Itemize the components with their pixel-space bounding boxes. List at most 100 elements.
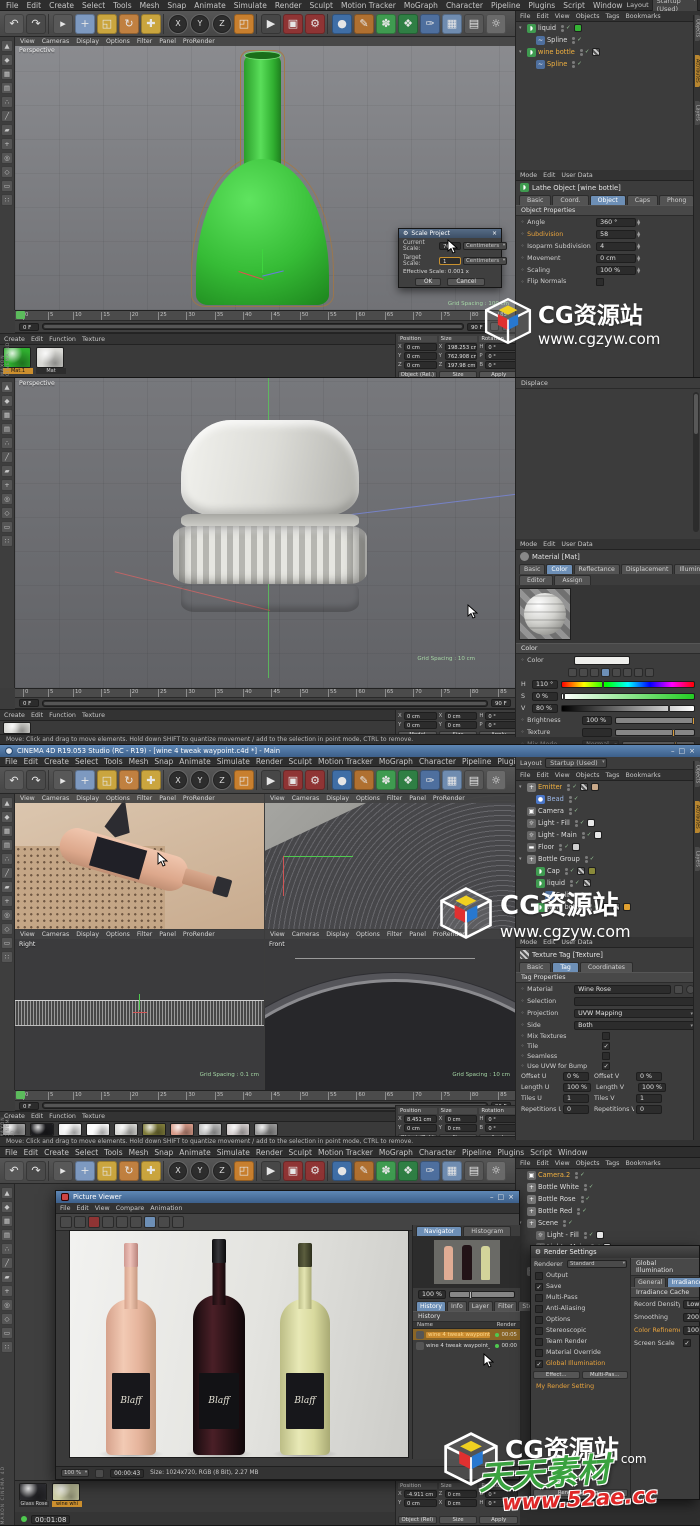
viewport-menu-item[interactable]: Panel <box>409 795 426 802</box>
menu-item[interactable]: Plugins <box>524 0 559 11</box>
light-tool-icon[interactable]: ☼ <box>486 13 506 34</box>
picker-compact-icon[interactable] <box>568 667 577 677</box>
make-editable-icon[interactable]: ▲ <box>1 1187 13 1199</box>
pv-menu-item[interactable]: Compare <box>116 1205 145 1212</box>
sep3-icon[interactable] <box>256 1160 259 1181</box>
viewport-menu-item[interactable]: Cameras <box>292 931 320 938</box>
rot-h[interactable]: 0 ° <box>485 1499 519 1507</box>
viewport-menu-item[interactable]: View <box>20 38 35 45</box>
sep4-icon[interactable] <box>327 13 330 34</box>
points-mode-icon[interactable]: ∴ <box>1 437 13 449</box>
sep1-icon[interactable] <box>48 13 51 34</box>
pv-menu-item[interactable]: Edit <box>77 1205 89 1212</box>
menu-item[interactable]: File <box>2 756 21 767</box>
model-mode-icon[interactable]: ◆ <box>1 395 13 407</box>
menu-item[interactable]: Mesh <box>126 756 152 767</box>
menu-item[interactable]: Snap <box>151 756 176 767</box>
range-start[interactable]: 0 F <box>19 699 39 707</box>
viewport-menu-item[interactable]: Options <box>356 931 380 938</box>
layout-panels-icon[interactable]: ▦ <box>442 1160 462 1181</box>
pv-ab-icon[interactable] <box>116 1216 128 1228</box>
channel-row[interactable]: ∘ Texture <box>516 726 700 738</box>
rs-titlebar[interactable]: ⚙ Render Settings <box>531 1246 699 1258</box>
texture-mode-icon[interactable]: ▦ <box>1 409 13 421</box>
rot-h[interactable]: 0 ° <box>485 712 519 720</box>
workplane-lock-icon[interactable]: ▭ <box>1 937 13 949</box>
sep4-icon[interactable] <box>327 1160 330 1181</box>
sculpt-icon[interactable]: ✎ <box>354 1160 374 1181</box>
object-row[interactable]: ☼ Light - Fill ✓ <box>516 1229 700 1241</box>
viewport-menu-item[interactable]: View <box>20 795 35 802</box>
menu-item[interactable]: Character <box>416 1147 459 1158</box>
render-settings-icon[interactable]: ⚙ <box>305 13 325 34</box>
menu-item[interactable]: File <box>2 0 23 11</box>
render-settings-icon[interactable]: ⚙ <box>305 770 325 790</box>
material-tab[interactable]: Color <box>546 564 573 574</box>
viewport-menu-item[interactable]: ProRender <box>183 931 215 938</box>
picker-swatches-icon[interactable] <box>645 667 654 677</box>
sep2-icon[interactable] <box>163 770 166 790</box>
timeline-playhead[interactable] <box>16 311 25 319</box>
menu-item[interactable]: Create <box>41 1147 72 1158</box>
redo-icon[interactable]: ↷ <box>26 770 46 790</box>
material-tab[interactable]: Reflectance <box>573 564 620 574</box>
material-tag-icon[interactable] <box>573 24 582 32</box>
redo-icon[interactable]: ↷ <box>26 13 46 34</box>
uv-row[interactable]: Length U 100 % Length V 100 % <box>516 1082 700 1093</box>
material-menu-item[interactable]: Function <box>49 1113 76 1120</box>
menu-item[interactable]: Character <box>416 756 459 767</box>
rotate-icon[interactable]: ↻ <box>119 1160 139 1181</box>
menu-item[interactable]: Render <box>253 1147 286 1158</box>
om-menu-item[interactable]: Edit <box>537 13 549 20</box>
rs-item[interactable]: Output <box>531 1270 630 1281</box>
object-row[interactable]: ◗ liquid ✓ <box>516 877 700 889</box>
material-tag-icon[interactable] <box>582 879 591 887</box>
object-row[interactable]: + Bottle Rose ✓ <box>516 1193 700 1205</box>
viewport-uv[interactable]: View Cameras Display Options Filter Panel ProR… <box>265 794 515 929</box>
pv-layout-icon[interactable] <box>144 1216 156 1228</box>
coordinate-system-icon[interactable]: ◰ <box>234 13 254 34</box>
am-menu-item[interactable]: User Data <box>561 172 592 179</box>
sep2-icon[interactable] <box>163 1160 166 1181</box>
pos-x[interactable]: -4.911 cm <box>404 1490 437 1498</box>
workplane-mode-icon[interactable]: ▤ <box>1 1229 13 1241</box>
object-row[interactable]: ● Bead ✓ <box>516 793 700 805</box>
attribute-tab[interactable]: Basic <box>519 195 552 205</box>
viewport-menu-item[interactable]: Display <box>76 931 99 938</box>
cap-model[interactable] <box>165 420 375 630</box>
om-menu-item[interactable]: Edit <box>537 1160 549 1167</box>
snap-icon[interactable]: ◇ <box>1 166 13 178</box>
scale-icon[interactable]: ◱ <box>97 1160 117 1181</box>
pv-stop-icon[interactable] <box>172 1216 184 1228</box>
move-icon[interactable]: + <box>75 770 95 790</box>
pv-compare-icon[interactable] <box>102 1216 114 1228</box>
lock-y-icon[interactable]: Y <box>190 770 210 790</box>
material-tab[interactable]: Displacement <box>620 564 674 574</box>
polygons-mode-icon[interactable]: ▰ <box>1 1271 13 1283</box>
viewport-menu-item[interactable]: Filter <box>137 38 152 45</box>
pv-list-tab[interactable]: Info <box>447 1301 467 1311</box>
menu-item[interactable]: Pipeline <box>459 756 494 767</box>
attribute-tab[interactable]: Object <box>589 195 626 205</box>
channel-list-item[interactable]: Displace <box>521 380 587 387</box>
workplane-lock-icon[interactable]: ▭ <box>1 180 13 192</box>
undo-icon[interactable]: ↶ <box>4 1160 24 1181</box>
cancel-button[interactable]: Cancel <box>447 278 485 286</box>
menu-item[interactable]: Simulate <box>214 756 253 767</box>
live-selection-icon[interactable]: ▸ <box>53 1160 73 1181</box>
coord-size-dropdown[interactable]: Size <box>438 1516 478 1524</box>
menu-item[interactable]: Select <box>72 1147 101 1158</box>
pv-list-tab[interactable]: Layer <box>467 1301 493 1311</box>
rs-item[interactable]: Team Render <box>531 1336 630 1347</box>
points-mode-icon[interactable]: ∴ <box>1 96 13 108</box>
viewport-menu-item[interactable]: Filter <box>137 795 152 802</box>
viewport-menu-item[interactable]: Filter <box>387 795 402 802</box>
om-menu-item[interactable]: View <box>555 772 570 779</box>
render-settings-icon[interactable]: ⚙ <box>305 1160 325 1181</box>
layout-switcher[interactable]: Layout Startup (Used) <box>516 757 700 770</box>
uv-row[interactable]: Offset U0 % Offset V0 % <box>516 1071 700 1082</box>
sep3-icon[interactable] <box>256 770 259 790</box>
projection-dropdown[interactable]: UVW Mapping <box>574 1008 695 1018</box>
menu-item[interactable]: Pipeline <box>487 0 524 11</box>
render-view-icon[interactable]: ▶ <box>261 770 281 790</box>
